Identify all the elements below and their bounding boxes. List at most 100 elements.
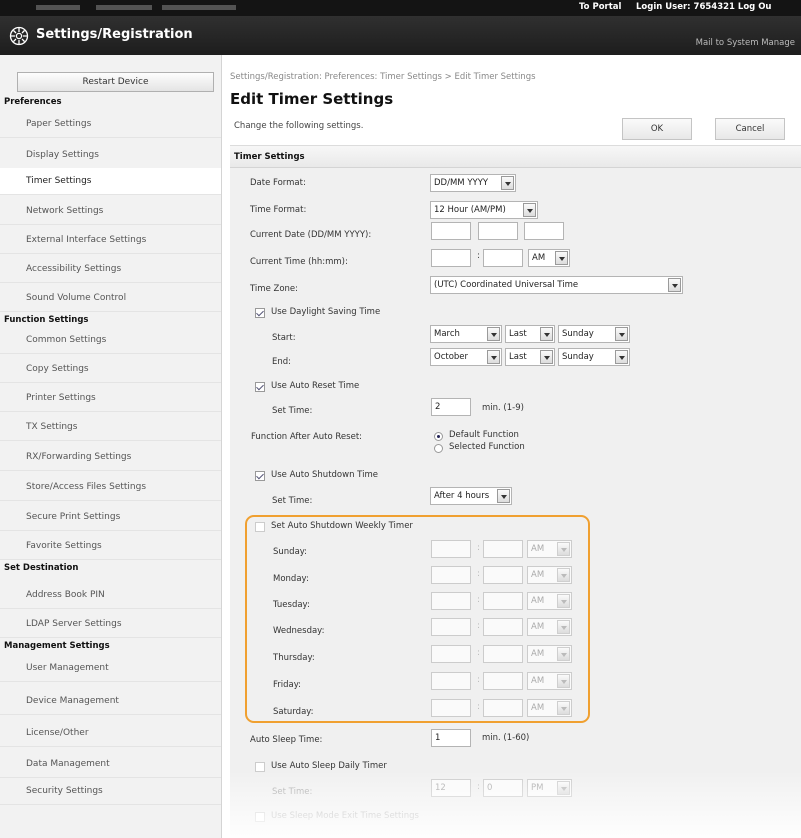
dst-start-week-select[interactable]: Last [505, 325, 555, 343]
time-format-select[interactable]: 12 Hour (AM/PM) [430, 201, 538, 219]
sidebar-item-external-interface-settings[interactable]: External Interface Settings [0, 227, 221, 254]
current-date-day-input[interactable] [431, 222, 471, 240]
dst-start-day-select[interactable]: Sunday [558, 325, 630, 343]
restart-device-button[interactable]: Restart Device [17, 72, 214, 92]
time-separator: : [477, 702, 481, 712]
thursday-hour-input[interactable] [431, 645, 471, 663]
sleep-daily-ampm-select[interactable]: PM [527, 779, 572, 797]
time-format-label: Time Format: [250, 205, 307, 215]
monday-ampm-select[interactable]: AM [527, 566, 572, 584]
current-time-minute-input[interactable] [483, 249, 523, 267]
current-time-ampm-select[interactable]: AM [528, 249, 570, 267]
dst-end-day-select[interactable]: Sunday [558, 348, 630, 366]
use-sleep-exit-checkbox[interactable] [255, 812, 265, 822]
sidebar-item-security-settings[interactable]: Security Settings [0, 778, 221, 805]
auto-reset-set-time-label: Set Time: [272, 406, 313, 416]
sidebar-item-license-other[interactable]: License/Other [0, 720, 221, 747]
saturday-hour-input[interactable] [431, 699, 471, 717]
sidebar-item-secure-print-settings[interactable]: Secure Print Settings [0, 504, 221, 531]
dst-end-week-select[interactable]: Last [505, 348, 555, 366]
use-dst-checkbox[interactable] [255, 308, 265, 318]
sidebar-item-timer-settings[interactable]: Timer Settings [0, 168, 221, 195]
selected-function-radio[interactable] [434, 444, 443, 453]
auto-sleep-unit: min. (1-60) [482, 733, 530, 743]
section-title-set-destination: Set Destination [4, 563, 79, 573]
chevron-down-icon [540, 327, 553, 341]
sleep-daily-hour-input[interactable]: 12 [431, 779, 471, 797]
chevron-down-icon [557, 647, 570, 661]
saturday-ampm-select[interactable]: AM [527, 699, 572, 717]
monday-minute-input[interactable] [483, 566, 523, 584]
sidebar-item-accessibility-settings[interactable]: Accessibility Settings [0, 256, 221, 283]
weekday-label-wednesday: Wednesday: [273, 626, 325, 636]
friday-hour-input[interactable] [431, 672, 471, 690]
tuesday-hour-input[interactable] [431, 592, 471, 610]
saturday-minute-input[interactable] [483, 699, 523, 717]
sidebar-item-tx-settings[interactable]: TX Settings [0, 414, 221, 441]
sidebar-item-network-settings[interactable]: Network Settings [0, 198, 221, 225]
to-portal-link[interactable]: To Portal [579, 2, 621, 12]
time-zone-label: Time Zone: [250, 284, 299, 294]
sidebar-item-store-access-files-settings[interactable]: Store/Access Files Settings [0, 474, 221, 501]
date-format-label: Date Format: [250, 178, 306, 188]
chevron-down-icon [557, 701, 570, 715]
default-function-radio[interactable] [434, 432, 443, 441]
friday-ampm-select[interactable]: AM [527, 672, 572, 690]
section-title-function-settings: Function Settings [4, 315, 89, 325]
dst-end-month-select[interactable]: October [430, 348, 502, 366]
thursday-minute-input[interactable] [483, 645, 523, 663]
sunday-hour-input[interactable] [431, 540, 471, 558]
chevron-down-icon [557, 674, 570, 688]
time-format-value: 12 Hour (AM/PM) [434, 205, 506, 215]
sidebar-item-printer-settings[interactable]: Printer Settings [0, 385, 221, 412]
sidebar-item-data-management[interactable]: Data Management [0, 751, 221, 778]
tuesday-minute-input[interactable] [483, 592, 523, 610]
auto-sleep-time-input[interactable]: 1 [431, 729, 471, 747]
sidebar-item-rx-forwarding-settings[interactable]: RX/Forwarding Settings [0, 444, 221, 471]
sidebar-item-common-settings[interactable]: Common Settings [0, 327, 221, 354]
wednesday-minute-input[interactable] [483, 618, 523, 636]
sidebar-item-favorite-settings[interactable]: Favorite Settings [0, 533, 221, 560]
monday-hour-input[interactable] [431, 566, 471, 584]
login-user-info[interactable]: Login User: 7654321 Log Ou [636, 2, 771, 12]
current-time-hour-input[interactable] [431, 249, 471, 267]
sidebar-item-user-management[interactable]: User Management [0, 655, 221, 682]
mail-system-manager-link[interactable]: Mail to System Manage [696, 38, 795, 48]
sidebar-item-paper-settings[interactable]: Paper Settings [0, 111, 221, 138]
sunday-minute-input[interactable] [483, 540, 523, 558]
current-date-month-input[interactable] [478, 222, 518, 240]
auto-shutdown-time-value: After 4 hours [434, 491, 490, 501]
chevron-down-icon [557, 620, 570, 634]
sidebar-item-copy-settings[interactable]: Copy Settings [0, 356, 221, 383]
date-format-select[interactable]: DD/MM YYYY [430, 174, 516, 192]
sleep-daily-minute-input[interactable]: 0 [483, 779, 523, 797]
wednesday-hour-input[interactable] [431, 618, 471, 636]
sidebar-item-device-management[interactable]: Device Management [0, 688, 221, 715]
use-auto-sleep-daily-checkbox[interactable] [255, 762, 265, 772]
chevron-down-icon [668, 278, 681, 292]
sunday-ampm-select[interactable]: AM [527, 540, 572, 558]
use-auto-shutdown-checkbox[interactable] [255, 471, 265, 481]
time-zone-select[interactable]: (UTC) Coordinated Universal Time [430, 276, 683, 294]
dst-start-month-select[interactable]: March [430, 325, 502, 343]
auto-shutdown-time-select[interactable]: After 4 hours [430, 487, 512, 505]
auto-reset-time-input[interactable]: 2 [431, 398, 471, 416]
dst-end-week-value: Last [509, 352, 527, 362]
current-date-year-input[interactable] [524, 222, 564, 240]
chevron-down-icon [487, 350, 500, 364]
sidebar-item-ldap-server-settings[interactable]: LDAP Server Settings [0, 611, 221, 638]
use-auto-reset-checkbox[interactable] [255, 382, 265, 392]
ampm-value: PM [531, 783, 544, 793]
wednesday-ampm-select[interactable]: AM [527, 618, 572, 636]
ok-button[interactable]: OK [622, 118, 692, 140]
thursday-ampm-select[interactable]: AM [527, 645, 572, 663]
cancel-button[interactable]: Cancel [715, 118, 785, 140]
sidebar-item-address-book-pin[interactable]: Address Book PIN [0, 582, 221, 609]
chevron-down-icon [557, 594, 570, 608]
friday-minute-input[interactable] [483, 672, 523, 690]
sidebar-item-sound-volume-control[interactable]: Sound Volume Control [0, 285, 221, 312]
tuesday-ampm-select[interactable]: AM [527, 592, 572, 610]
weekly-timer-checkbox[interactable] [255, 522, 265, 532]
sidebar-item-display-settings[interactable]: Display Settings [0, 142, 221, 169]
time-zone-value: (UTC) Coordinated Universal Time [434, 280, 579, 290]
